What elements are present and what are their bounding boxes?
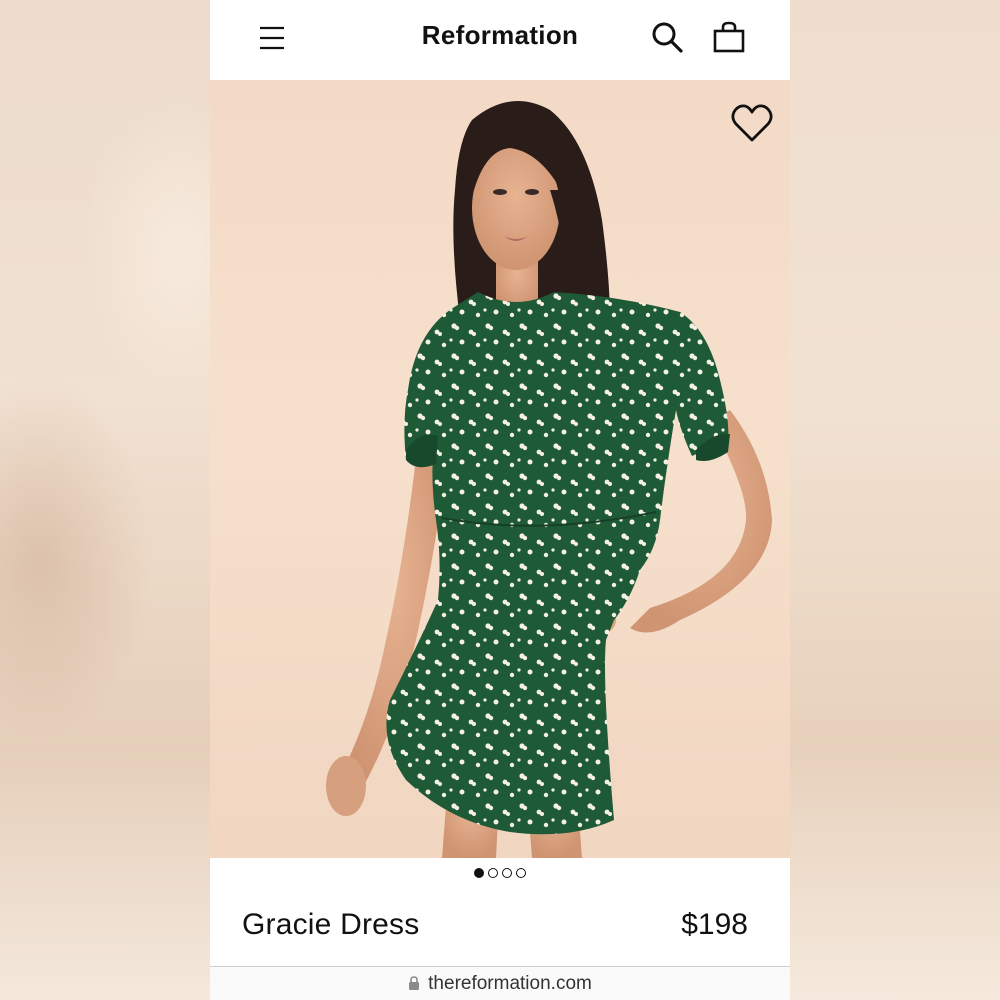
url-text: thereformation.com bbox=[428, 973, 592, 994]
shopping-bag-icon[interactable] bbox=[712, 20, 746, 54]
product-price: $198 bbox=[681, 908, 748, 941]
carousel-dot-3[interactable] bbox=[502, 868, 512, 878]
model-photo bbox=[326, 101, 772, 858]
site-header: Reformation bbox=[210, 0, 790, 80]
search-icon[interactable] bbox=[650, 20, 684, 54]
heart-outline-icon[interactable] bbox=[730, 102, 774, 146]
carousel-dot-4[interactable] bbox=[516, 868, 526, 878]
carousel-dot-1[interactable] bbox=[474, 868, 484, 878]
lock-icon bbox=[409, 976, 420, 990]
carousel-dot-2[interactable] bbox=[488, 868, 498, 878]
browser-url-bar[interactable]: thereformation.com bbox=[210, 966, 790, 1000]
backdrop-right bbox=[790, 0, 1000, 1000]
product-image[interactable] bbox=[210, 80, 790, 858]
phone-screen: Reformation Gracie Dress $198 thereforma… bbox=[210, 0, 790, 1000]
backdrop-left bbox=[0, 0, 210, 1000]
brand-logo[interactable]: Reformation bbox=[210, 20, 790, 51]
product-name: Gracie Dress bbox=[242, 908, 420, 941]
carousel-indicator bbox=[210, 868, 790, 884]
